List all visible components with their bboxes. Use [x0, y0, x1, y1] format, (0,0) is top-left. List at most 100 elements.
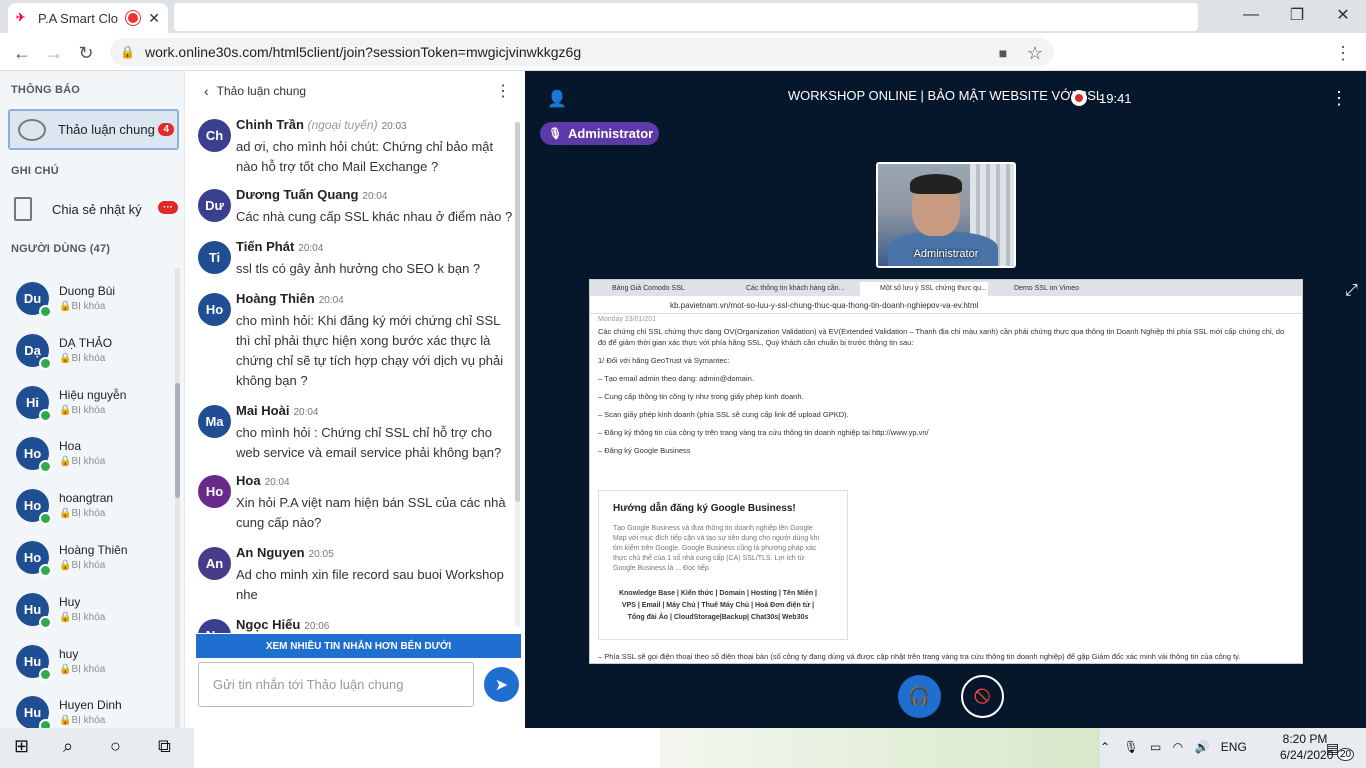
new-tab-area[interactable]	[174, 3, 1198, 31]
send-button[interactable]: ➤	[484, 667, 519, 702]
presenter-name: Administrator	[567, 126, 654, 141]
status-icon	[39, 667, 52, 681]
users-heading: NGƯỜI DÙNG (47)	[11, 243, 111, 255]
user-name: huy	[59, 646, 79, 661]
message-text: Ad cho minh xin file record sau buoi Wor…	[236, 567, 504, 602]
video-off-button[interactable]: 🚫	[961, 675, 1004, 718]
video-off-icon: 🚫	[973, 688, 992, 704]
sidebar-item-label: Chia sẻ nhật ký	[52, 201, 142, 217]
offline-label: (ngoại tuyến)	[307, 118, 378, 132]
user-list-scrollbar[interactable]	[175, 268, 180, 728]
chat-options-icon[interactable]: ⋮	[495, 81, 511, 101]
microphone-icon[interactable]: 🎙	[1123, 740, 1138, 754]
chat-header: ‹ Thảo luận chung ⋮	[186, 71, 525, 111]
more-messages-button[interactable]: XEM NHIỀU TIN NHẮN HƠN BÊN DƯỚI	[196, 634, 521, 658]
chevron-up-icon[interactable]: ⌃	[1100, 740, 1110, 754]
message-list: Ch Chinh Trần (ngoại tuyến) 20:03 ad ơi, …	[186, 111, 515, 633]
unread-badge: 4	[158, 123, 174, 136]
shared-article: Các chứng chỉ SSL chứng thực dạng OV(Org…	[598, 326, 1288, 463]
chat-title[interactable]: Thảo luận chung	[217, 84, 306, 98]
audio-button[interactable]: 🎧	[898, 675, 941, 718]
recording-indicator-icon	[128, 13, 139, 23]
camera-blocked-icon[interactable]: ■	[990, 40, 1016, 66]
article-paragraph: 1/ Đối với hãng GeoTrust và Symantec:	[598, 356, 730, 365]
avatar: Ch	[198, 119, 231, 152]
message-header: Mai Hoài 20:04	[236, 403, 319, 418]
message-header: Chinh Trần (ngoại tuyến) 20:03	[236, 117, 407, 132]
back-icon[interactable]: ←	[9, 40, 35, 66]
user-list-item[interactable]: Ho Hoa 🔒BỊ khóa	[16, 437, 176, 487]
user-status: 🔒BỊ khóa	[59, 301, 106, 312]
scrollbar-thumb[interactable]	[515, 122, 520, 502]
message-header: Tiến Phát 20:04	[236, 239, 323, 254]
notification-count: 20	[1337, 748, 1355, 761]
taskbar-app-area[interactable]	[194, 728, 660, 768]
bookmark-star-icon[interactable]: ☆	[1022, 40, 1048, 66]
article-paragraph: – Cung cấp thông tin công ty như trong g…	[598, 392, 804, 401]
article-paragraph: – Scan giấy phép kinh doanh (phía SSL sẽ…	[598, 410, 849, 419]
user-list-item[interactable]: Hu Huy 🔒BỊ khóa	[16, 592, 176, 643]
user-list-item[interactable]: Hi Hiệu nguyễn 🔒BỊ khóa	[16, 385, 176, 436]
status-icon	[39, 408, 52, 422]
user-list-item[interactable]: Du Duong Bùi 🔒BỊ khóa	[16, 282, 176, 332]
shared-date: Monday 23/01/201	[598, 316, 656, 323]
sidebar-item-shared-notes[interactable]: Chia sẻ nhật ký ···	[14, 192, 184, 226]
close-tab-icon[interactable]: ✕	[148, 10, 160, 27]
avatar: An	[198, 547, 231, 580]
message-time: 20:04	[318, 295, 344, 306]
chat-scrollbar[interactable]	[515, 122, 520, 627]
message-input[interactable]: Gửi tin nhắn tới Thảo luận chung	[198, 662, 474, 707]
volume-icon[interactable]: 🔊	[1195, 740, 1210, 754]
search-icon[interactable]: ⌕	[63, 736, 73, 757]
message-time: 20:03	[381, 121, 407, 132]
minimize-icon[interactable]: —	[1228, 0, 1274, 30]
microphone-icon: 🎙	[548, 128, 562, 140]
webcam-video[interactable]: Administrator	[876, 162, 1016, 268]
message-time: 20:05	[308, 549, 334, 560]
fullscreen-icon[interactable]: ⤢	[1345, 282, 1358, 300]
browser-menu-icon[interactable]: ⋮	[1330, 40, 1356, 66]
notes-heading: GHI CHÚ	[11, 165, 59, 177]
user-list-item[interactable]: Hu Huyen Dinh 🔒BỊ khóa	[16, 696, 176, 728]
sidebar-item-public-chat[interactable]: Thảo luận chung 4	[8, 109, 179, 150]
meeting-title: WORKSHOP ONLINE | BẢO MẬT WEBSITE VỚI SS…	[787, 88, 1104, 103]
message-text: ad ơi, cho mình hỏi chút: Chứng chỉ bảo …	[236, 139, 494, 174]
wifi-icon[interactable]: ◠	[1173, 740, 1183, 754]
message-text: Các nhà cung cấp SSL khác nhau ở điểm nà…	[236, 209, 513, 224]
browser-tab-title: P.A Smart Clo	[38, 10, 118, 26]
message-text: Xin hỏi P.A việt nam hiện bán SSL của cá…	[236, 495, 506, 530]
stage-options-icon[interactable]: ⋮	[1330, 88, 1348, 109]
browser-tab[interactable]: ✈ P.A Smart Clo ✕	[8, 3, 168, 33]
cortana-icon[interactable]: ○	[110, 736, 121, 757]
avatar: Ti	[198, 241, 231, 274]
scrollbar-thumb[interactable]	[175, 383, 180, 498]
maximize-icon[interactable]: ❐	[1274, 0, 1320, 30]
recording-icon[interactable]	[1071, 90, 1087, 106]
avatar: Ho	[198, 475, 231, 508]
message-header: An Nguyen 20:05	[236, 545, 334, 560]
user-list-item[interactable]: Ho Hoàng Thiên 🔒BỊ khóa	[16, 541, 176, 591]
google-business-card: Hướng dẫn đăng ký Google Business! Tạo G…	[598, 490, 848, 640]
message-text: cho mình hỏi : Chứng chỉ SSL chỉ hỗ trợ …	[236, 425, 502, 460]
user-list-item[interactable]: Dạ DẠ THẢO 🔒BỊ khóa	[16, 333, 176, 384]
forward-icon[interactable]: →	[41, 40, 67, 66]
close-window-icon[interactable]: ✕	[1320, 0, 1366, 30]
battery-icon[interactable]: ▭	[1150, 740, 1161, 754]
user-status: 🔒BỊ khóa	[59, 560, 106, 571]
user-list-item[interactable]: Hu huy 🔒BỊ khóa	[16, 644, 176, 695]
user-list-item[interactable]: Ho hoangtran 🔒BỊ khóa	[16, 489, 176, 539]
address-bar[interactable]: 🔒 work.online30s.com/html5client/join?se…	[110, 38, 1054, 66]
sender-name: Tiến Phát	[236, 239, 295, 254]
clock[interactable]: 8:20 PM 6/24/2020	[1280, 731, 1333, 763]
windows-start-icon[interactable]: ⊞	[14, 736, 29, 757]
article-paragraph: – Tạo email admin theo dạng: admin@domai…	[598, 374, 754, 383]
status-icon	[39, 460, 52, 474]
user-status: 🔒BỊ khóa	[59, 715, 106, 727]
user-status-text: BỊ khóa	[71, 456, 106, 468]
language-indicator[interactable]: ENG	[1221, 740, 1247, 754]
task-view-icon[interactable]: ⧉	[158, 736, 171, 757]
reload-icon[interactable]: ↻	[73, 40, 99, 66]
screen-share: Bảng Giá Comodo SSL Các thông tin khách …	[589, 279, 1303, 664]
chevron-left-icon[interactable]: ‹	[204, 83, 209, 99]
webcam-label: Administrator	[913, 248, 979, 260]
